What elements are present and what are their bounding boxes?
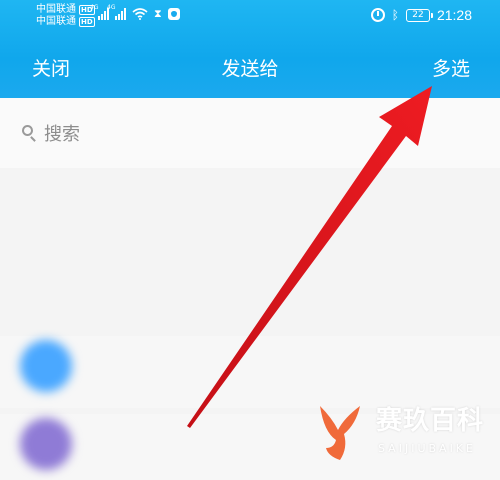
watermark-subtext: SAIJIUBAIKE xyxy=(378,442,476,455)
whale-tail-logo xyxy=(320,406,360,460)
watermark-text: 赛玖百科 xyxy=(376,406,485,436)
watermark: 赛玖百科 SAIJIUBAIKE xyxy=(310,400,500,470)
arrow-shape xyxy=(187,86,432,428)
